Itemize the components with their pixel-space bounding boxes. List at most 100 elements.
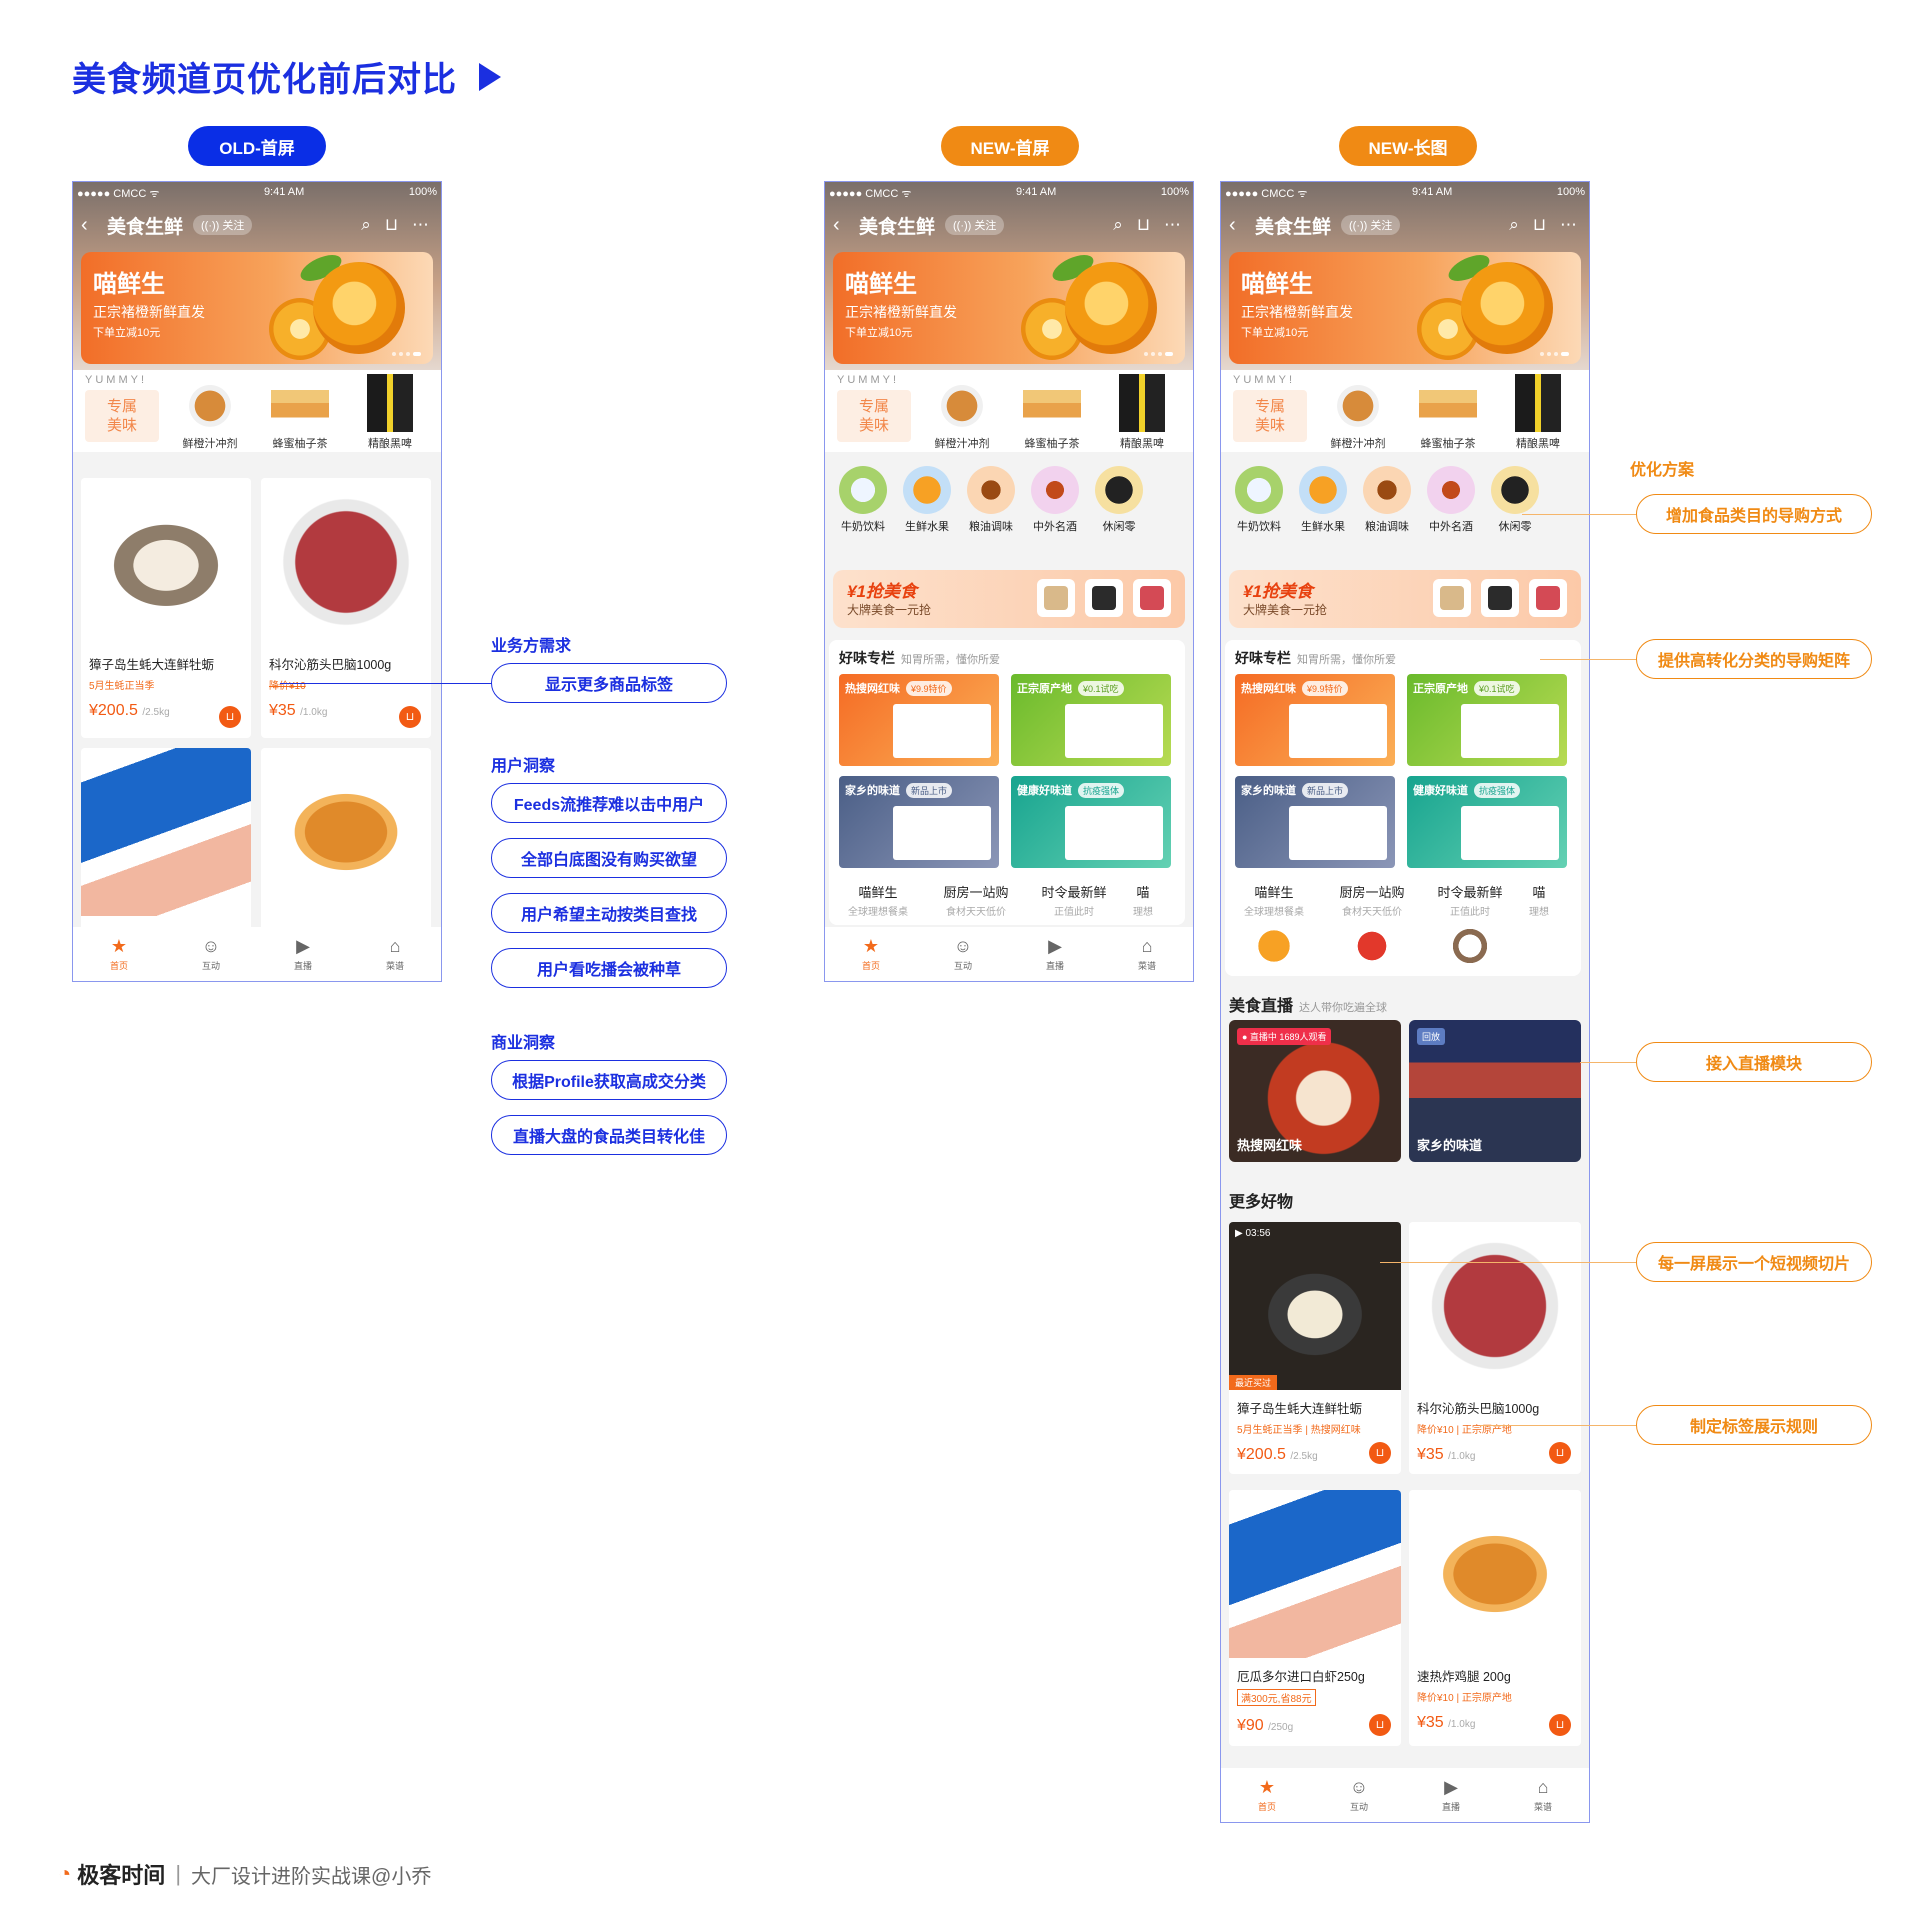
category-wine[interactable]: 中外名酒 — [1023, 462, 1087, 540]
tab-recipe[interactable]: ⌂ 菜谱 — [1117, 936, 1177, 972]
category-wine[interactable]: 中外名酒 — [1419, 462, 1483, 540]
product-card[interactable] — [261, 748, 431, 948]
category-oil[interactable]: 粮油调味 — [959, 462, 1023, 540]
one-yuan-grab-banner[interactable]: ¥1抢美食 大牌美食一元抢 — [1229, 570, 1581, 628]
zone-item[interactable]: 蜂蜜柚子茶 — [1403, 374, 1493, 451]
more-icon[interactable]: ⋯ — [1164, 215, 1181, 235]
search-icon[interactable]: ⌕ — [1509, 215, 1519, 235]
hero-banner[interactable]: 喵鲜生 正宗褚橙新鲜直发 下单立减10元 — [81, 252, 433, 364]
category-milk[interactable]: 牛奶饮料 — [831, 462, 895, 540]
category-label: 休闲零 — [1102, 521, 1136, 533]
category-snack[interactable]: 休闲零 — [1087, 462, 1151, 540]
one-yuan-grab-banner[interactable]: ¥1抢美食 大牌美食一元抢 — [833, 570, 1185, 628]
product-card[interactable] — [81, 748, 251, 948]
column-sub-item[interactable]: 喵理想 — [1519, 882, 1559, 920]
column-tile[interactable]: 热搜网红味 ¥9.9特价 — [1235, 674, 1395, 766]
column-sub-item[interactable]: 厨房一站购 食材天天低价 — [1323, 882, 1421, 966]
milk-icon — [839, 466, 887, 514]
back-icon[interactable]: ‹ — [1229, 214, 1255, 237]
tab-home[interactable]: ★ 首页 — [89, 936, 149, 972]
price-value: ¥35 — [1417, 1714, 1444, 1731]
beer-image — [1113, 374, 1171, 432]
zone-item[interactable]: 鲜橙汁冲剂 — [165, 374, 255, 451]
banner-title: 喵鲜生 — [845, 271, 917, 298]
live-card[interactable]: 回放 家乡的味道 — [1409, 1020, 1581, 1162]
zone-item[interactable]: 精酿黑啤 — [1493, 374, 1583, 451]
column-tile[interactable]: 家乡的味道 新品上市 — [839, 776, 999, 868]
cart-icon[interactable]: ⊔ — [1137, 215, 1150, 235]
tab-home[interactable]: ★ 首页 — [841, 936, 901, 972]
category-fruit[interactable]: 生鲜水果 — [895, 462, 959, 540]
zone-item[interactable]: 精酿黑啤 — [345, 374, 435, 451]
price-value: ¥90 — [1237, 1717, 1264, 1734]
sub-desc: 正值此时 — [1054, 907, 1094, 918]
price-unit: /2.5kg — [142, 707, 170, 718]
column-sub-item[interactable]: 喵理想 — [1123, 882, 1163, 920]
tile-tag: 抗疫强体 — [1474, 783, 1521, 798]
add-cart-icon[interactable]: ⊔ — [1369, 1714, 1391, 1736]
column-tile[interactable]: 家乡的味道 新品上市 — [1235, 776, 1395, 868]
column-sub-item[interactable]: 时令最新鲜 正值此时 — [1421, 882, 1519, 966]
tab-interact[interactable]: ☺ 互动 — [933, 936, 993, 972]
cart-icon[interactable]: ⊔ — [385, 215, 398, 235]
column-sub-item[interactable]: 喵鲜生 全球理想餐桌 — [1225, 882, 1323, 966]
cart-icon[interactable]: ⊔ — [1533, 215, 1546, 235]
category-fruit[interactable]: 生鲜水果 — [1291, 462, 1355, 540]
add-cart-icon[interactable]: ⊔ — [1369, 1442, 1391, 1464]
zone-item[interactable]: 鲜橙汁冲剂 — [917, 374, 1007, 451]
tab-label: 首页 — [1257, 1802, 1276, 1812]
yummy-block[interactable]: YUMMY! 专属 美味 — [1227, 374, 1313, 452]
hero-banner[interactable]: 喵鲜生 正宗褚橙新鲜直发 下单立减10元 — [833, 252, 1185, 364]
back-icon[interactable]: ‹ — [833, 214, 859, 237]
follow-button[interactable]: ((·)) 关注 — [945, 215, 1005, 235]
tab-recipe[interactable]: ⌂ 菜谱 — [1513, 1777, 1573, 1813]
yummy-block[interactable]: YUMMY! 专属 美味 — [831, 374, 917, 452]
back-icon[interactable]: ‹ — [81, 214, 107, 237]
follow-button[interactable]: ((·)) 关注 — [1341, 215, 1401, 235]
tab-recipe[interactable]: ⌂ 菜谱 — [365, 936, 425, 972]
tab-interact[interactable]: ☺ 互动 — [1329, 1777, 1389, 1813]
oil-icon — [1363, 466, 1411, 514]
time-text: 9:41 AM — [1015, 186, 1057, 198]
column-tile[interactable]: 健康好味道 抗疫强体 — [1407, 776, 1567, 868]
more-icon[interactable]: ⋯ — [1560, 215, 1577, 235]
live-card[interactable]: ● 直播中 1689人观看 热搜网红味 — [1229, 1020, 1401, 1162]
product-card[interactable]: 科尔沁筋头巴脑1000g 降价¥10 ¥35 /1.0kg ⊔ — [261, 478, 431, 738]
yummy-block[interactable]: YUMMY! 专属 美味 — [79, 374, 165, 452]
product-card[interactable]: 厄瓜多尔进口白虾250g 满300元,省88元 ¥90 /250g ⊔ — [1229, 1490, 1401, 1746]
add-cart-icon[interactable]: ⊔ — [219, 706, 241, 728]
column-sub-item[interactable]: 厨房一站购 食材天天低价 — [927, 882, 1025, 920]
product-card[interactable]: 獐子岛生蚝大连鲜牡蛎 5月生蚝正当季 ¥200.5 /2.5kg ⊔ — [81, 478, 251, 738]
column-sub-item[interactable]: 时令最新鲜 正值此时 — [1025, 882, 1123, 920]
product-card[interactable]: ▶ 03:56 最近买过 獐子岛生蚝大连鲜牡蛎 5月生蚝正当季 | 热搜网红味 … — [1229, 1222, 1401, 1474]
product-card[interactable]: 速热炸鸡腿 200g 降价¥10 | 正宗原产地 ¥35 /1.0kg ⊔ — [1409, 1490, 1581, 1746]
category-milk[interactable]: 牛奶饮料 — [1227, 462, 1291, 540]
column-tile[interactable]: 正宗原产地 ¥0.1试吃 — [1407, 674, 1567, 766]
more-icon[interactable]: ⋯ — [412, 215, 429, 235]
zone-item[interactable]: 蜂蜜柚子茶 — [255, 374, 345, 451]
tab-live[interactable]: ▶ 直播 — [1421, 1777, 1481, 1813]
search-icon[interactable]: ⌕ — [1113, 215, 1123, 235]
category-snack[interactable]: 休闲零 — [1483, 462, 1547, 540]
search-icon[interactable]: ⌕ — [361, 215, 371, 235]
column-tile[interactable]: 正宗原产地 ¥0.1试吃 — [1011, 674, 1171, 766]
hero-banner[interactable]: 喵鲜生 正宗褚橙新鲜直发 下单立减10元 — [1229, 252, 1581, 364]
shrimp-image — [81, 748, 251, 916]
zone-item-label: 鲜橙汁冲剂 — [182, 438, 238, 450]
tab-live[interactable]: ▶ 直播 — [1025, 936, 1085, 972]
zone-item[interactable]: 蜂蜜柚子茶 — [1007, 374, 1097, 451]
tab-home[interactable]: ★ 首页 — [1237, 1777, 1297, 1813]
tab-interact[interactable]: ☺ 互动 — [181, 936, 241, 972]
zone-item[interactable]: 鲜橙汁冲剂 — [1313, 374, 1403, 451]
category-oil[interactable]: 粮油调味 — [1355, 462, 1419, 540]
tab-live[interactable]: ▶ 直播 — [273, 936, 333, 972]
product-card[interactable]: 科尔沁筋头巴脑1000g 降价¥10 | 正宗原产地 ¥35 /1.0kg ⊔ — [1409, 1222, 1581, 1474]
column-sub-item[interactable]: 喵鲜生 全球理想餐桌 — [829, 882, 927, 920]
zone-item[interactable]: 精酿黑啤 — [1097, 374, 1187, 451]
add-cart-icon[interactable]: ⊔ — [1549, 1442, 1571, 1464]
column-tile[interactable]: 热搜网红味 ¥9.9特价 — [839, 674, 999, 766]
column-tile[interactable]: 健康好味道 抗疫强体 — [1011, 776, 1171, 868]
follow-button[interactable]: ((·)) 关注 — [193, 215, 253, 235]
add-cart-icon[interactable]: ⊔ — [1549, 1714, 1571, 1736]
add-cart-icon[interactable]: ⊔ — [399, 706, 421, 728]
